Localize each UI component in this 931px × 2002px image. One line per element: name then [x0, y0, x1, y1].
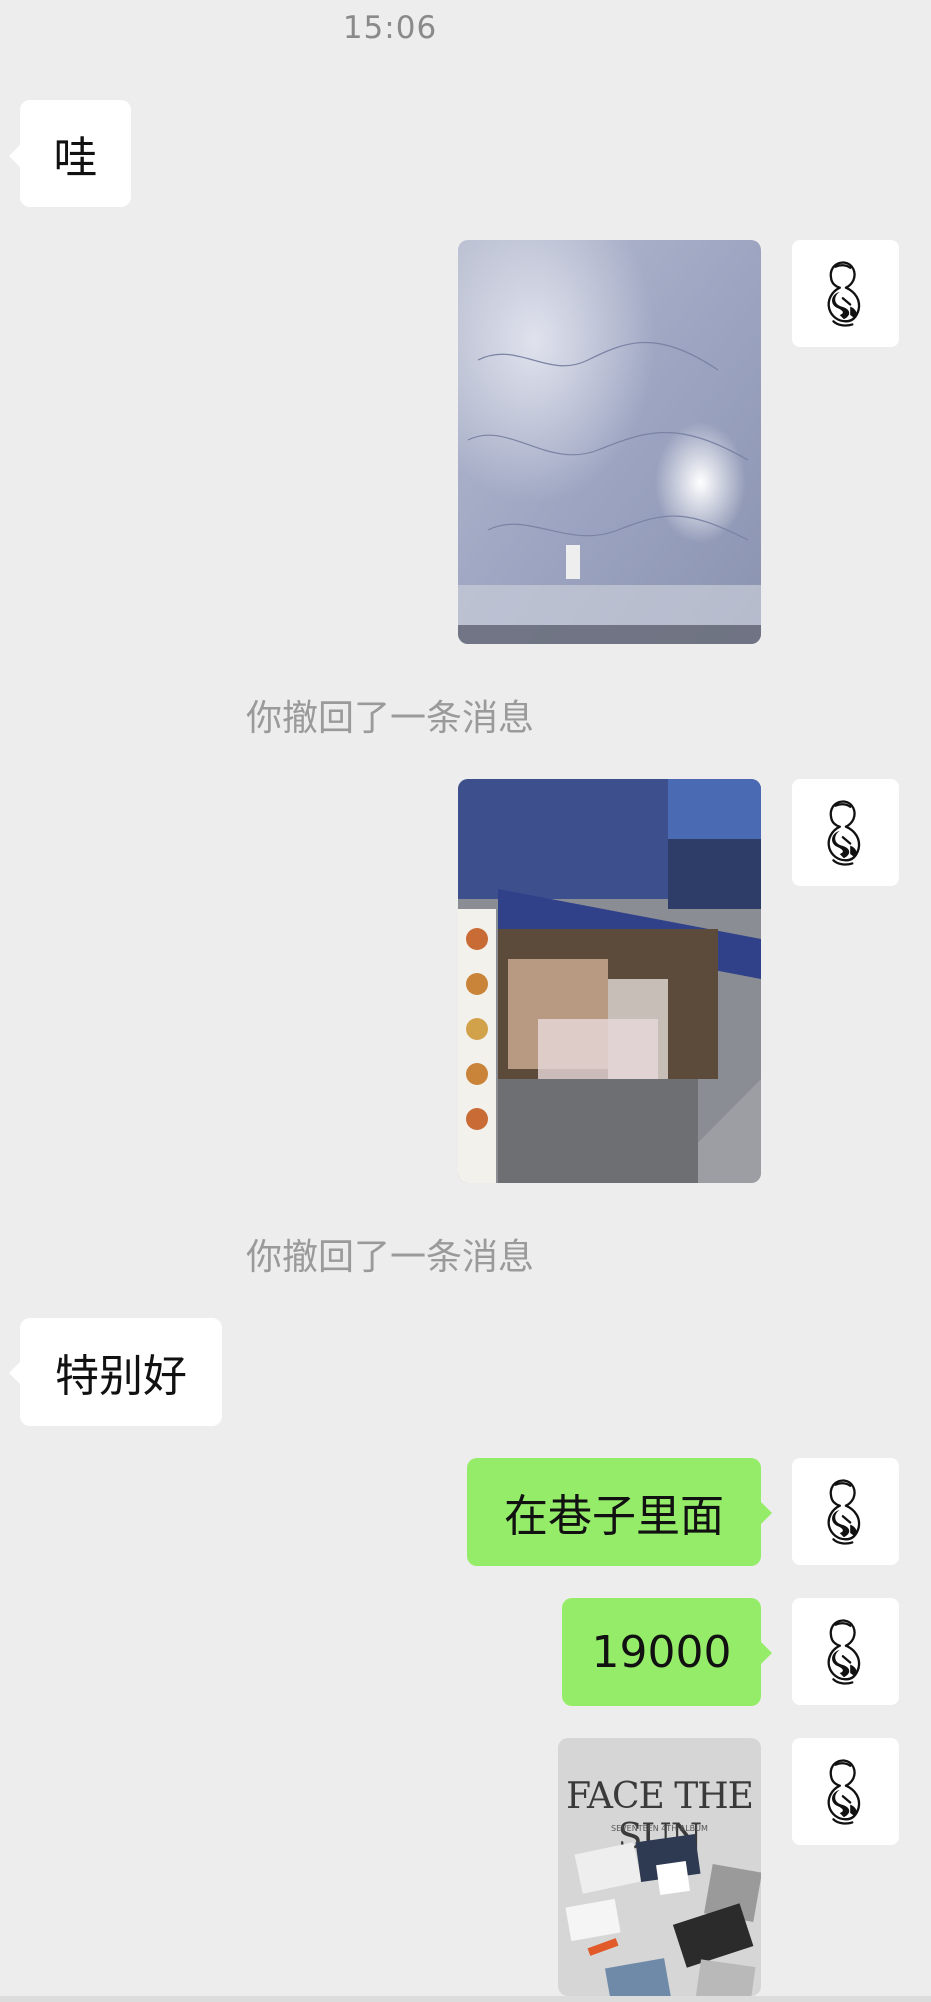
- incoming-message[interactable]: 哇: [20, 100, 131, 207]
- album-photo-image: [458, 240, 761, 644]
- avatar[interactable]: [792, 240, 899, 347]
- sketch-figure-avatar-icon: [804, 1470, 888, 1554]
- recall-notice: 你撤回了一条消息: [245, 698, 534, 739]
- sketch-figure-avatar-icon: [804, 252, 888, 336]
- sketch-figure-avatar-icon: [804, 1750, 888, 1834]
- outgoing-message[interactable]: 19000: [562, 1598, 761, 1706]
- avatar[interactable]: [792, 779, 899, 886]
- storefront-photo-image: [458, 779, 761, 1183]
- bubble-tail: [761, 1502, 772, 1524]
- sketch-figure-avatar-icon: [804, 1610, 888, 1694]
- sent-photo-poster-wrap[interactable]: FACE THE SUN SEVENTEEN 4TH ALBUM: [558, 1738, 761, 1996]
- incoming-message[interactable]: 特别好: [20, 1318, 222, 1426]
- avatar[interactable]: [792, 1738, 899, 1845]
- avatar[interactable]: [792, 1458, 899, 1565]
- sent-photo-album-wrap[interactable]: [458, 240, 761, 644]
- sent-photo-storefront-wrap[interactable]: [458, 779, 761, 1183]
- timestamp: 15:06: [342, 10, 438, 46]
- bubble-tail: [761, 1642, 772, 1664]
- recall-notice: 你撤回了一条消息: [245, 1237, 534, 1278]
- bottom-divider: [0, 1996, 931, 2002]
- poster-products-image: [565, 1834, 761, 1996]
- sketch-figure-avatar-icon: [804, 791, 888, 875]
- outgoing-message[interactable]: 在巷子里面: [467, 1458, 761, 1566]
- bubble-tail: [9, 1362, 20, 1384]
- bubble-tail: [9, 145, 20, 167]
- avatar[interactable]: [792, 1598, 899, 1705]
